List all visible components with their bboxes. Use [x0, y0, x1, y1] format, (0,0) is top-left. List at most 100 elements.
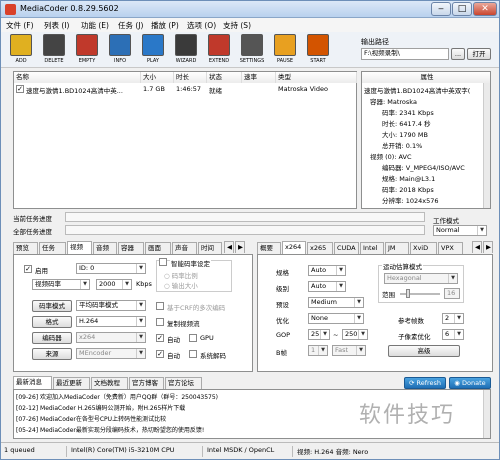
info-button[interactable]: INFO [106, 34, 134, 66]
settings-button[interactable]: SETTINGS [238, 34, 266, 66]
col-type[interactable]: 类型 [276, 72, 357, 83]
rate-mode-button[interactable]: 码率模式 [32, 300, 72, 312]
tab-right-4[interactable]: Intel [360, 242, 384, 254]
menu-options[interactable]: 选项 (O) [187, 20, 216, 31]
auto-encoder-checkbox[interactable]: ✓ [156, 334, 164, 342]
copy-stream-checkbox[interactable] [156, 318, 164, 326]
property-item[interactable]: 分辨率: 1024x576 [382, 195, 439, 205]
encoder-button[interactable]: 编码器 [32, 332, 72, 344]
tab-left-1[interactable]: 任务 [39, 242, 66, 254]
tab-news-2[interactable]: 文档教程 [91, 377, 128, 389]
menu-list[interactable]: 列表 (I) [44, 20, 69, 31]
source-select[interactable]: MEncoder ▼ [76, 348, 146, 359]
tab-left-7[interactable]: 时间 [198, 242, 222, 254]
gop-min-select[interactable]: 25 ▼ [308, 329, 330, 340]
encoder-select[interactable]: x264 ▼ [76, 332, 146, 343]
property-item[interactable]: 码率: 2341 Kbps [382, 107, 434, 117]
property-item[interactable]: 码率: 2018 Kbps [382, 184, 434, 194]
menu-function[interactable]: 功能 (E) [81, 20, 109, 31]
bframe-select[interactable]: 1 ▼ [308, 345, 328, 356]
subme-select[interactable]: 6 ▼ [442, 329, 464, 340]
tab-left-5[interactable]: 画面 [145, 242, 171, 254]
profile-select[interactable]: Auto ▼ [308, 265, 346, 276]
property-item[interactable]: 大小: 1790 MB [382, 129, 428, 139]
tab-left-0[interactable]: 预览 [13, 242, 38, 254]
open-folder-button[interactable]: 打开 [467, 48, 491, 60]
auto-source-checkbox[interactable]: ✓ [156, 350, 164, 358]
tab-left-6[interactable]: 声音 [172, 242, 197, 254]
tab-left-2[interactable]: 视频 [67, 241, 92, 254]
play-button[interactable]: PLAY [139, 34, 167, 66]
gop-max-select[interactable]: 250 ▼ [342, 329, 368, 340]
level-select[interactable]: Auto ▼ [308, 281, 346, 292]
range-value[interactable]: 16 [444, 288, 460, 299]
bframe-mode-select[interactable]: Fast ▼ [332, 345, 366, 356]
bitrate-ratio-option[interactable]: ○ 码率比例 [164, 270, 198, 280]
right-tabs-scroll-left[interactable]: ◀ [472, 241, 482, 253]
smart-bitrate-checkbox[interactable] [159, 258, 167, 266]
property-item[interactable]: 编码器: V_MPEG4/ISO/AVC [382, 162, 465, 172]
tab-right-2[interactable]: x265 [307, 242, 333, 254]
tab-news-4[interactable]: 官方论坛 [165, 377, 202, 389]
refresh-button[interactable]: ⟳ Refresh [404, 377, 446, 389]
add-button[interactable]: ADD [7, 34, 35, 66]
system-decode-checkbox[interactable] [189, 350, 197, 358]
output-path-input[interactable]: F:\视频录制\ [361, 48, 449, 60]
source-button[interactable]: 来源 [32, 348, 72, 360]
property-item[interactable]: 容器: Matroska [370, 96, 417, 106]
property-item[interactable]: 规格: Main@L3.1 [382, 173, 435, 183]
rate-mode-select[interactable]: 视频码率 ▼ [32, 279, 90, 290]
news-item[interactable]: [02-12] MediaCoder H.265编码公测开始，附H.265样片下… [16, 403, 185, 412]
output-size-option[interactable]: ○ 输出大小 [164, 280, 198, 290]
news-item[interactable]: [07-26] MediaCoder在各型号CPU上转码性能测试比较 [16, 414, 166, 423]
right-tabs-scroll-right[interactable]: ▶ [483, 241, 493, 253]
property-item[interactable]: 时长: 6417.4 秒 [382, 118, 431, 128]
left-tabs-scroll-right[interactable]: ▶ [235, 241, 245, 253]
tab-left-3[interactable]: 音频 [93, 242, 117, 254]
motion-estimation-select[interactable]: Hexagonal ▼ [384, 273, 458, 284]
menu-support[interactable]: 支持 (S) [223, 20, 251, 31]
video-id-select[interactable]: ID: 0 ▼ [76, 263, 146, 274]
property-item[interactable]: 速度与激情1.BD1024高清中英双字( [364, 85, 470, 95]
tab-right-5[interactable]: JM [385, 242, 409, 254]
tab-right-6[interactable]: XviD [410, 242, 437, 254]
tab-right-3[interactable]: CUDA [334, 242, 359, 254]
row-checkbox[interactable]: ✓ [16, 85, 24, 93]
empty-button[interactable]: EMPTY [73, 34, 101, 66]
left-tabs-scroll-left[interactable]: ◀ [224, 241, 234, 253]
bitrate-input[interactable]: 2000 ▼ [96, 279, 132, 290]
tab-right-1[interactable]: x264 [282, 241, 306, 254]
col-rate[interactable]: 速率 [242, 72, 276, 83]
wizard-button[interactable]: WIZARD [172, 34, 200, 66]
close-button[interactable]: ✕ [473, 2, 497, 16]
extend-button[interactable]: EXTEND [205, 34, 233, 66]
properties-panel[interactable]: 属性 速度与激情1.BD1024高清中英双字(容器: Matroska 码率: 2… [361, 71, 491, 209]
properties-scrollbar[interactable] [483, 83, 490, 208]
tab-left-4[interactable]: 容器 [118, 242, 144, 254]
col-size[interactable]: 大小 [141, 72, 174, 83]
rate-mode-value-select[interactable]: 平均码率模式 ▼ [76, 300, 146, 311]
enable-checkbox[interactable]: ✓ [24, 265, 32, 273]
menu-file[interactable]: 文件 (F) [6, 20, 34, 31]
maximize-button[interactable]: □ [452, 2, 472, 16]
news-item[interactable]: [09-26] 欢迎加入MediaCoder（免费新）用户QQ群（群号：2500… [16, 392, 218, 401]
file-list[interactable]: 名称 大小 时长 状态 速率 类型 ✓ 速度与激情1.BD1024高清中英...… [13, 71, 357, 209]
work-mode-select[interactable]: Normal ▼ [433, 225, 487, 236]
menu-task[interactable]: 任务 (J) [118, 20, 143, 31]
table-row[interactable]: ✓ 速度与激情1.BD1024高清中英... 1.7 GB 1:46:57 就绪… [14, 84, 357, 95]
property-item[interactable]: 总开销: 0.1% [382, 140, 422, 150]
ref-frames-select[interactable]: 2 ▼ [442, 313, 464, 324]
col-duration[interactable]: 时长 [174, 72, 207, 83]
browse-button[interactable]: ... [451, 48, 465, 60]
preset-select[interactable]: Medium ▼ [308, 297, 364, 308]
tab-news-0[interactable]: 最新消息 [13, 376, 52, 389]
start-button[interactable]: START [304, 34, 332, 66]
crf-checkbox[interactable] [156, 302, 164, 310]
minimize-button[interactable]: ‒ [431, 2, 451, 16]
range-slider-handle[interactable] [406, 289, 410, 298]
format-select[interactable]: H.264 ▼ [76, 316, 146, 327]
tune-select[interactable]: None ▼ [308, 313, 364, 324]
col-status[interactable]: 状态 [207, 72, 242, 83]
property-item[interactable]: 视频 (0): AVC [370, 151, 412, 161]
menu-play[interactable]: 播放 (P) [151, 20, 179, 31]
